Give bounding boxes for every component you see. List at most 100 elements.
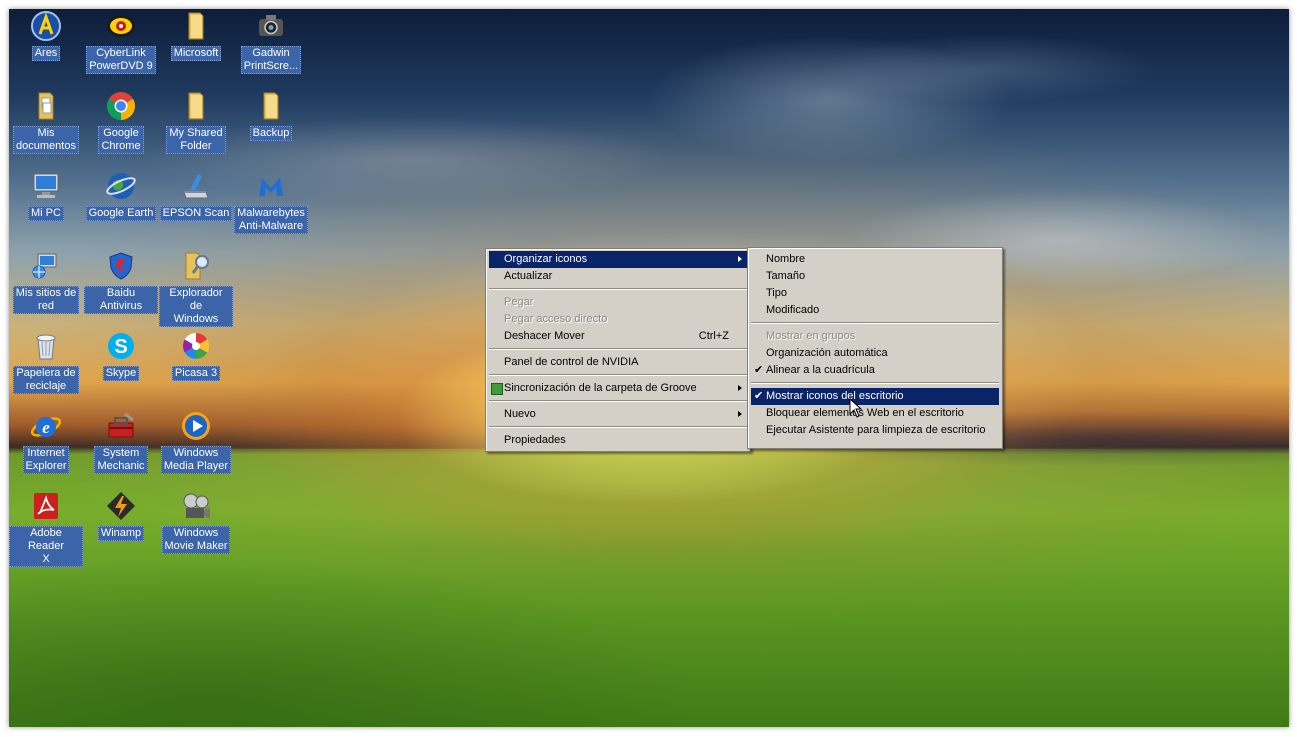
menu-item-new[interactable]: Nuevo	[489, 406, 747, 423]
menu-item-undo-move[interactable]: Deshacer Mover Ctrl+Z	[489, 328, 747, 345]
desktop-icon-label: Winamp	[97, 526, 145, 541]
mouse-pointer-icon	[849, 398, 863, 418]
submenu-item-auto-arrange[interactable]: Organización automática	[751, 345, 999, 362]
folder-icon	[254, 89, 288, 123]
desktop-icon-label: Skype	[102, 366, 140, 381]
desktop-icon-papelera[interactable]: Papelera de reciclaje	[9, 329, 83, 409]
menu-item-paste: Pegar	[504, 296, 534, 308]
desktop-icon-label: Baidu Antivirus	[84, 286, 158, 314]
desktop-icon-label: Gadwin PrintScre...	[240, 46, 302, 74]
submenu-item-modified[interactable]: Modificado	[751, 302, 999, 319]
submenu-item-name[interactable]: Nombre	[751, 251, 999, 268]
desktop-icon-label: Windows Media Player	[160, 446, 232, 474]
menu-separator	[489, 374, 747, 376]
chrome-icon	[104, 89, 138, 123]
submenu-arrow-icon	[738, 411, 742, 417]
shortcut-label: Ctrl+Z	[698, 330, 729, 342]
desktop-icon-mis-sitios-de-red[interactable]: Mis sitios de red	[9, 249, 83, 329]
submenu-item-lock-web-items[interactable]: Bloquear elementos Web en el escritorio	[751, 405, 999, 422]
explorer-folder-icon	[179, 249, 213, 283]
menu-item-properties[interactable]: Propiedades	[489, 432, 747, 449]
submenu-item-cleanup-wizard[interactable]: Ejecutar Asistente para limpieza de escr…	[751, 422, 999, 439]
menu-item-refresh[interactable]: Actualizar	[489, 268, 747, 285]
powerdvd-icon	[104, 9, 138, 43]
desktop-icon-my-shared-folder[interactable]: My Shared Folder	[159, 89, 233, 169]
desktop-icon-system-mechanic[interactable]: System Mechanic	[84, 409, 158, 489]
menu-separator	[489, 348, 747, 350]
desktop-icon-winamp[interactable]: Winamp	[84, 489, 158, 569]
submenu-item-type[interactable]: Tipo	[751, 285, 999, 302]
menu-item-groove-sync[interactable]: Sincronización de la carpeta de Groove	[489, 380, 747, 397]
picasa-icon	[179, 329, 213, 363]
desktop-icon-baidu-antivirus[interactable]: Baidu Antivirus	[84, 249, 158, 329]
desktop-icon-malwarebytes[interactable]: Malwarebytes Anti-Malware	[234, 169, 308, 249]
organize-icons-submenu: Nombre Tamaño Tipo Modificado Mostrar en…	[747, 247, 1003, 449]
desktop-icon-ares[interactable]: Ares	[9, 9, 83, 89]
desktop-context-menu: Organizar iconos Actualizar Pegar Pegar …	[485, 248, 751, 452]
desktop-icon-adobe-reader[interactable]: Adobe Reader X	[9, 489, 83, 569]
desktop-icon-mi-pc[interactable]: Mi PC	[9, 169, 83, 249]
desktop-icon-label: Ares	[31, 46, 61, 61]
skype-icon: S	[104, 329, 138, 363]
menu-separator	[489, 288, 747, 290]
menu-item-nvidia-control-panel[interactable]: Panel de control de NVIDIA	[489, 354, 747, 371]
desktop-icon-label: System Mechanic	[94, 446, 148, 474]
documents-folder-icon	[29, 89, 63, 123]
shield-icon	[104, 249, 138, 283]
desktop-icon-epson-scan[interactable]: EPSON Scan	[159, 169, 233, 249]
desktop-icon-label: Windows Movie Maker	[161, 526, 231, 554]
google-earth-icon	[104, 169, 138, 203]
checkmark-icon: ✔	[754, 390, 764, 402]
winamp-icon	[104, 489, 138, 523]
desktop-icon-skype[interactable]: S Skype	[84, 329, 158, 409]
desktop-icon-label: Explorador de Windows	[159, 286, 233, 327]
desktop-icon-label: CyberLink PowerDVD 9	[86, 46, 156, 74]
menu-separator	[489, 400, 747, 402]
submenu-item-size[interactable]: Tamaño	[751, 268, 999, 285]
desktop-icon-label: My Shared Folder	[166, 126, 226, 154]
menu-separator	[489, 426, 747, 428]
desktop-icon-google-earth[interactable]: Google Earth	[84, 169, 158, 249]
desktop-icon-powerdvd[interactable]: CyberLink PowerDVD 9	[84, 9, 158, 89]
desktop-icon-backup[interactable]: Backup	[234, 89, 308, 169]
submenu-item-align-to-grid[interactable]: ✔ Alinear a la cuadrícula	[751, 362, 999, 379]
menu-item-organize-icons[interactable]: Organizar iconos	[489, 251, 747, 268]
recycle-bin-icon	[29, 329, 63, 363]
submenu-arrow-icon	[738, 385, 742, 391]
desktop-icon-explorador-de-windows[interactable]: Explorador de Windows	[159, 249, 233, 329]
desktop-icon-label: Mis sitios de red	[12, 286, 80, 314]
media-player-icon	[179, 409, 213, 443]
desktop-icon-gadwin[interactable]: Gadwin PrintScre...	[234, 9, 308, 89]
folder-icon	[179, 9, 213, 43]
desktop-icon-label: Adobe Reader X	[9, 526, 83, 567]
network-icon	[29, 249, 63, 283]
desktop-icon-picasa[interactable]: Picasa 3	[159, 329, 233, 409]
ares-icon	[29, 9, 63, 43]
desktop-icon-label: EPSON Scan	[159, 206, 233, 221]
desktop[interactable]: Ares CyberLink PowerDVD 9 Microsoft Gadw…	[9, 9, 1289, 727]
checkmark-icon: ✔	[754, 364, 764, 376]
computer-icon	[29, 169, 63, 203]
desktop-icon-chrome[interactable]: Google Chrome	[84, 89, 158, 169]
movie-maker-icon	[179, 489, 213, 523]
menu-separator	[751, 382, 999, 384]
scanner-icon	[179, 169, 213, 203]
groove-icon	[491, 383, 503, 395]
folder-icon	[179, 89, 213, 123]
desktop-icon-label: Internet Explorer	[22, 446, 70, 474]
desktop-icon-label: Backup	[249, 126, 293, 141]
desktop-icon-internet-explorer[interactable]: e Internet Explorer	[9, 409, 83, 489]
submenu-item-show-desktop-icons[interactable]: ✔ Mostrar iconos del escritorio	[751, 388, 999, 405]
desktop-icon-microsoft[interactable]: Microsoft	[159, 9, 233, 89]
desktop-icon-windows-movie-maker[interactable]: Windows Movie Maker	[159, 489, 233, 569]
menu-separator	[751, 322, 999, 324]
desktop-icon-label: Mis documentos	[13, 126, 79, 154]
submenu-arrow-icon	[738, 256, 742, 262]
toolbox-icon	[104, 409, 138, 443]
malwarebytes-icon	[254, 169, 288, 203]
desktop-icon-windows-media-player[interactable]: Windows Media Player	[159, 409, 233, 489]
svg-text:e: e	[42, 418, 50, 437]
desktop-icon-mis-documentos[interactable]: Mis documentos	[9, 89, 83, 169]
internet-explorer-icon: e	[29, 409, 63, 443]
camera-icon	[254, 9, 288, 43]
